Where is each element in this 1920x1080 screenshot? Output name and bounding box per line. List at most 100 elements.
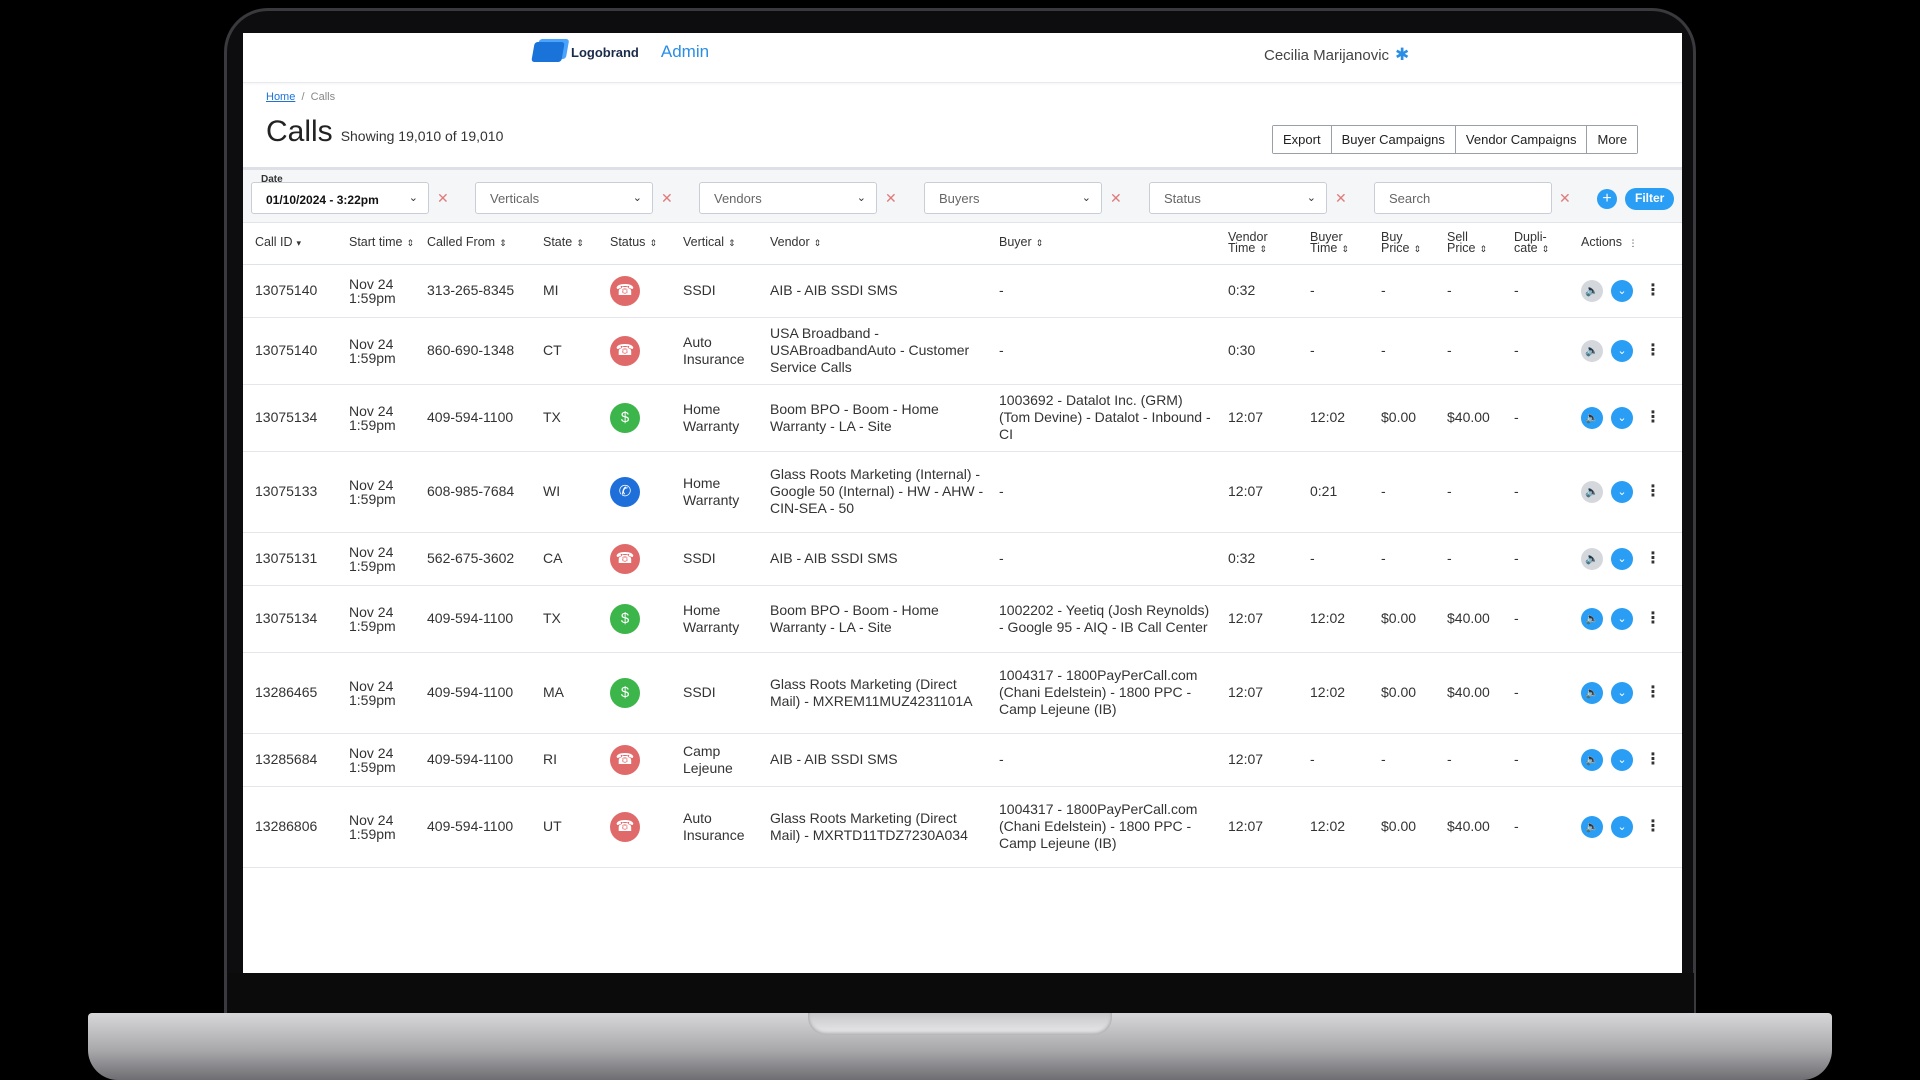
sort-icon[interactable]: ⇕	[1036, 238, 1044, 248]
top-nav: Logobrand Admin Cecilia Marijanovic ✱	[243, 33, 1682, 83]
vertical: Auto Insurance	[671, 786, 758, 868]
sort-icon[interactable]: ⇕	[1259, 244, 1267, 254]
play-recording-icon[interactable]: 🔈	[1581, 607, 1603, 630]
sort-icon[interactable]: ⇕	[1413, 244, 1421, 254]
column-header[interactable]: Status ⇕	[598, 223, 671, 265]
column-header[interactable]: Actions ⋮	[1569, 223, 1682, 265]
date-picker[interactable]: 01/10/2024 - 3:22pm ⌄	[251, 182, 429, 214]
more-button[interactable]: More	[1587, 126, 1638, 153]
clear-buyers-icon[interactable]: ✕	[1110, 190, 1122, 207]
more-vertical-icon[interactable]: ⋮	[1645, 409, 1661, 426]
export-button[interactable]: Export	[1273, 126, 1332, 153]
play-recording-icon[interactable]: 🔈	[1581, 681, 1603, 704]
user-menu[interactable]: Cecilia Marijanovic ✱	[1264, 45, 1409, 65]
more-vertical-icon[interactable]: ⋮	[1645, 751, 1661, 768]
column-header[interactable]: Call ID ▾	[243, 223, 337, 265]
table-row[interactable]: 13075140 Nov 24 1:59pm 313-265-8345 MI ☎ SSDI A…	[243, 264, 1682, 318]
chevron-down-icon: ⌄	[1081, 192, 1091, 204]
sort-icon[interactable]: ⇕	[814, 238, 822, 248]
column-header[interactable]: Vertical ⇕	[671, 223, 758, 265]
column-header[interactable]: Sell Price ⇕	[1435, 223, 1502, 265]
called-from: 313-265-8345	[415, 264, 531, 318]
table-row[interactable]: 13286806 Nov 24 1:59pm 409-594-1100 UT ☎ Auto …	[243, 786, 1682, 868]
more-vertical-icon[interactable]: ⋮	[1645, 483, 1661, 500]
verticals-dropdown[interactable]: Verticals ⌄	[475, 182, 653, 214]
expand-icon[interactable]: ⌄	[1611, 547, 1633, 570]
sort-icon[interactable]: ⇕	[1479, 244, 1487, 254]
play-recording-icon[interactable]: 🔈	[1581, 815, 1603, 838]
chevron-down-icon: ⌄	[408, 192, 418, 204]
add-filter-icon[interactable]: +	[1597, 189, 1617, 209]
play-recording-icon[interactable]: 🔈	[1581, 480, 1603, 503]
more-vertical-icon[interactable]: ⋮	[1645, 550, 1661, 567]
start-date: Nov 24	[349, 744, 394, 761]
start-date: Nov 24	[349, 543, 394, 560]
expand-icon[interactable]: ⌄	[1611, 748, 1633, 771]
table-row[interactable]: 13285684 Nov 24 1:59pm 409-594-1100 RI ☎ Camp …	[243, 733, 1682, 787]
expand-icon[interactable]: ⌄	[1611, 681, 1633, 704]
play-recording-icon[interactable]: 🔈	[1581, 748, 1603, 771]
column-header[interactable]: Buyer Time ⇕	[1298, 223, 1369, 265]
column-header[interactable]: State ⇕	[531, 223, 598, 265]
expand-icon[interactable]: ⌄	[1611, 815, 1633, 838]
table-row[interactable]: 13075140 Nov 24 1:59pm 860-690-1348 CT ☎ Auto …	[243, 317, 1682, 385]
hangup-icon: ☎	[610, 275, 640, 306]
column-header[interactable]: Buy Price ⇕	[1369, 223, 1435, 265]
buyers-dropdown[interactable]: Buyers ⌄	[924, 182, 1102, 214]
column-header-label: Start time	[349, 235, 403, 250]
table-row[interactable]: 13075133 Nov 24 1:59pm 608-985-7684 WI ✆ Home …	[243, 451, 1682, 533]
expand-icon[interactable]: ⌄	[1611, 607, 1633, 630]
clear-search-icon[interactable]: ✕	[1559, 190, 1571, 207]
sort-icon[interactable]: ⇕	[1341, 244, 1349, 254]
more-vertical-icon[interactable]: ⋮	[1645, 342, 1661, 359]
sort-icon[interactable]: ▾	[297, 238, 302, 248]
sort-icon[interactable]: ⇕	[499, 238, 507, 248]
clear-verticals-icon[interactable]: ✕	[661, 190, 673, 207]
column-header[interactable]: Vendor ⇕	[758, 223, 987, 265]
clear-date-icon[interactable]: ✕	[437, 190, 449, 207]
more-vertical-icon[interactable]: ⋮	[1645, 282, 1661, 299]
column-header[interactable]: Buyer ⇕	[987, 223, 1216, 265]
play-recording-icon[interactable]: 🔈	[1581, 279, 1603, 302]
column-header[interactable]: Dupli- cate ⇕	[1502, 223, 1569, 265]
more-vertical-icon[interactable]: ⋮	[1626, 238, 1638, 248]
search-input[interactable]: Search	[1374, 182, 1552, 214]
vertical: SSDI	[671, 264, 758, 318]
more-vertical-icon[interactable]: ⋮	[1645, 684, 1661, 701]
expand-icon[interactable]: ⌄	[1611, 406, 1633, 429]
logo[interactable]: Logobrand Admin	[531, 42, 709, 62]
sell-price: -	[1435, 317, 1502, 385]
column-header[interactable]: Called From ⇕	[415, 223, 531, 265]
expand-icon[interactable]: ⌄	[1611, 480, 1633, 503]
sort-icon[interactable]: ⇕	[407, 238, 415, 248]
more-vertical-icon[interactable]: ⋮	[1645, 818, 1661, 835]
play-recording-icon[interactable]: 🔈	[1581, 406, 1603, 429]
sort-icon[interactable]: ⇕	[649, 238, 657, 248]
expand-icon[interactable]: ⌄	[1611, 339, 1633, 362]
table-row[interactable]: 13286465 Nov 24 1:59pm 409-594-1100 MA $ SSDI G…	[243, 652, 1682, 734]
play-recording-icon[interactable]: 🔈	[1581, 339, 1603, 362]
filter-button[interactable]: Filter	[1625, 188, 1675, 210]
breadcrumb-home[interactable]: Home	[266, 91, 295, 103]
vendors-dropdown[interactable]: Vendors ⌄	[699, 182, 877, 214]
sort-icon[interactable]: ⇕	[576, 238, 584, 248]
start-time: Nov 24 1:59pm	[337, 585, 415, 653]
table-row[interactable]: 13075134 Nov 24 1:59pm 409-594-1100 TX $ Home …	[243, 585, 1682, 653]
sort-icon[interactable]: ⇕	[1542, 244, 1550, 254]
buyer-campaigns-button[interactable]: Buyer Campaigns	[1331, 126, 1456, 153]
clear-status-icon[interactable]: ✕	[1335, 190, 1347, 207]
clear-vendors-icon[interactable]: ✕	[885, 190, 897, 207]
table-row[interactable]: 13075131 Nov 24 1:59pm 562-675-3602 CA ☎ SSDI A…	[243, 532, 1682, 586]
vendor-campaigns-button[interactable]: Vendor Campaigns	[1455, 126, 1588, 153]
actions-cell: 🔈 ⌄ ⋮	[1569, 733, 1682, 787]
play-recording-icon[interactable]: 🔈	[1581, 547, 1603, 570]
buyer-time: -	[1298, 264, 1369, 318]
column-header[interactable]: Start time ⇕	[337, 223, 415, 265]
more-vertical-icon[interactable]: ⋮	[1645, 610, 1661, 627]
column-header[interactable]: Vendor Time ⇕	[1216, 223, 1298, 265]
table-row[interactable]: 13075134 Nov 24 1:59pm 409-594-1100 TX $ Home …	[243, 384, 1682, 452]
status-dropdown[interactable]: Status ⌄	[1149, 182, 1327, 214]
status-cell: ✆	[598, 451, 671, 533]
expand-icon[interactable]: ⌄	[1611, 279, 1633, 302]
sort-icon[interactable]: ⇕	[728, 238, 736, 248]
